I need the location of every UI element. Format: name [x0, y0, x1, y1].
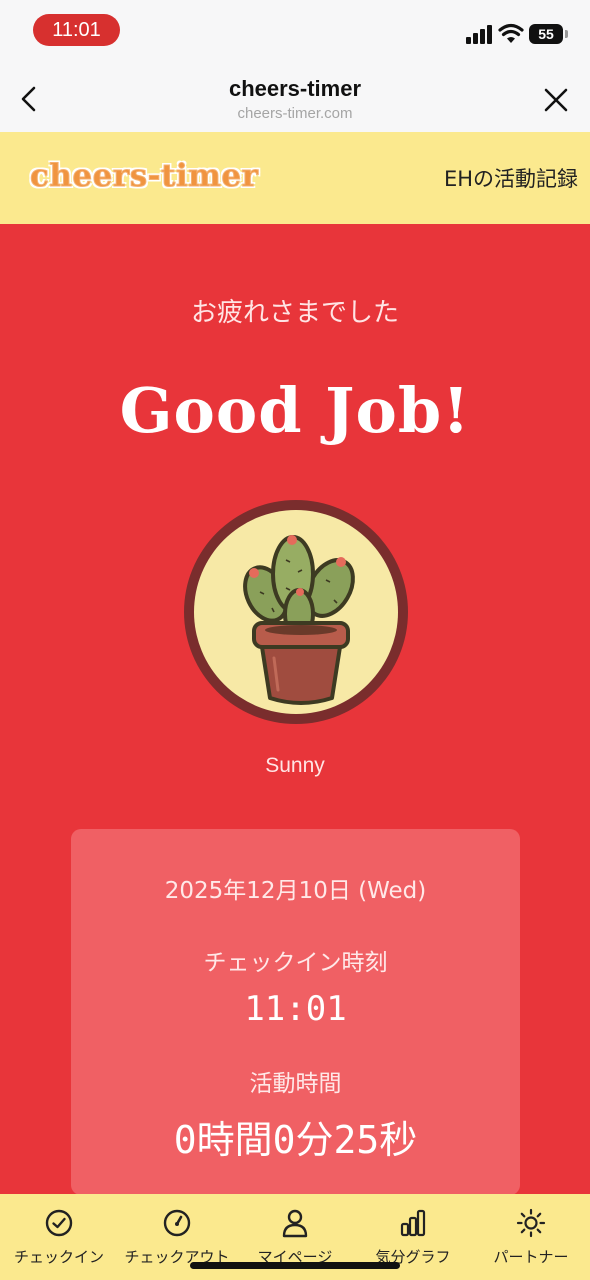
status-time: 11:01: [33, 14, 120, 46]
browser-header: cheers-timer cheers-timer.com: [0, 62, 590, 132]
wifi-icon: [498, 23, 524, 43]
bar-chart-icon: [400, 1209, 426, 1237]
app-header: cheers-timer EHの活動記録: [0, 132, 590, 224]
person-icon: [282, 1209, 308, 1238]
tab-checkin-label: チェックイン: [13, 1248, 104, 1266]
checkin-time-label: チェックイン時刻: [203, 950, 388, 976]
activity-duration-value: 0時間0分25秒: [173, 1118, 418, 1162]
activity-date: 2025年12月10日 (Wed): [164, 878, 427, 904]
partner-avatar: [184, 500, 408, 724]
cactus-in-pot-image: [243, 535, 355, 705]
gauge-icon: [163, 1209, 191, 1237]
activity-duration-label: 活動時間: [249, 1071, 342, 1097]
check-circle-icon: [45, 1209, 73, 1237]
close-icon[interactable]: [540, 84, 572, 116]
greeting-text: お疲れさまでした: [190, 298, 399, 328]
checkin-time-value: 11:01: [244, 989, 347, 1029]
battery-icon: 55: [529, 24, 568, 44]
activity-records-link[interactable]: EHの活動記録: [444, 163, 578, 193]
browser-url: cheers-timer.com: [237, 105, 353, 122]
tab-partner[interactable]: パートナー: [472, 1194, 590, 1280]
signal-icon: [466, 24, 494, 44]
partner-avatar-background: [194, 510, 398, 714]
sun-icon: [516, 1208, 546, 1238]
activity-summary-card: 2025年12月10日 (Wed) チェックイン時刻 11:01 活動時間 0時…: [71, 829, 520, 1195]
home-indicator: [190, 1262, 400, 1269]
browser-title: cheers-timer: [228, 76, 362, 101]
app-logo[interactable]: cheers-timer: [29, 158, 258, 195]
tab-checkin[interactable]: チェックイン: [0, 1194, 118, 1280]
good-job-headline: Good Job!: [119, 374, 471, 447]
tab-partner-label: パートナー: [493, 1248, 569, 1266]
status-bar: 11:01 55: [0, 0, 590, 62]
partner-name: Sunny: [265, 754, 325, 777]
